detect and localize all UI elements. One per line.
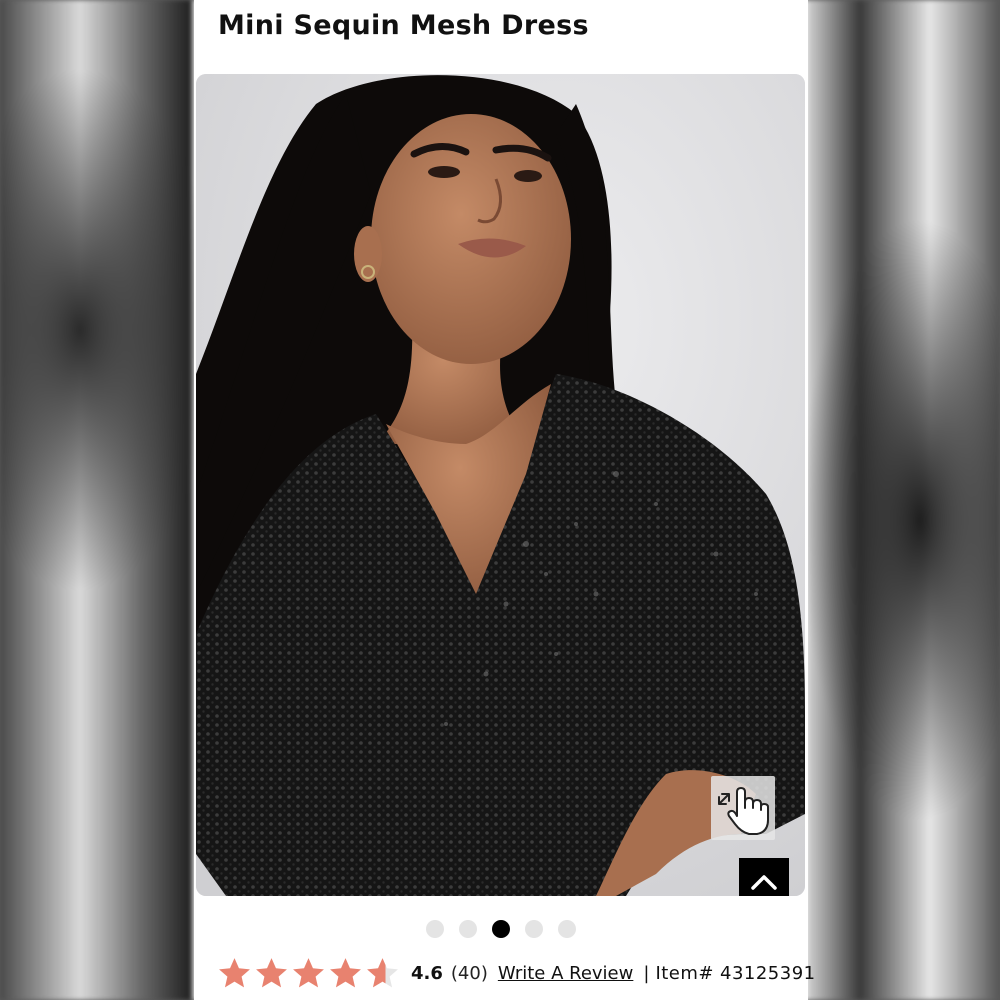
item-number: 43125391	[720, 962, 816, 984]
star-rating[interactable]	[216, 955, 401, 992]
zoom-button[interactable]	[711, 776, 775, 840]
star-icon	[293, 957, 324, 987]
star-icon	[219, 957, 250, 987]
product-panel: Mini Sequin Mesh Dress 4.6 (40) Write A …	[194, 0, 815, 1000]
partial-star-icon	[367, 957, 398, 987]
carousel-dot-5[interactable]	[558, 920, 576, 938]
back-to-top-button[interactable]	[739, 858, 789, 896]
rating-value: 4.6	[411, 962, 443, 984]
carousel-dot-1[interactable]	[426, 920, 444, 938]
tap-to-zoom-hand-icon	[718, 787, 769, 835]
model-photo	[196, 74, 805, 896]
carousel-dot-2[interactable]	[459, 920, 477, 938]
review-count: (40)	[450, 962, 488, 984]
rating-row: 4.6 (40) Write A Review | Item# 43125391	[216, 954, 816, 992]
star-icon	[330, 957, 361, 987]
chevron-up-icon	[751, 875, 777, 890]
carousel-dots	[194, 920, 808, 940]
product-title: Mini Sequin Mesh Dress	[218, 10, 589, 41]
product-image[interactable]	[196, 74, 805, 896]
item-label: Item#	[655, 962, 714, 984]
carousel-dot-3[interactable]	[492, 920, 510, 938]
carousel-dot-4[interactable]	[525, 920, 543, 938]
separator: |	[643, 962, 650, 984]
write-review-link[interactable]: Write A Review	[498, 963, 634, 984]
star-icon	[256, 957, 287, 987]
